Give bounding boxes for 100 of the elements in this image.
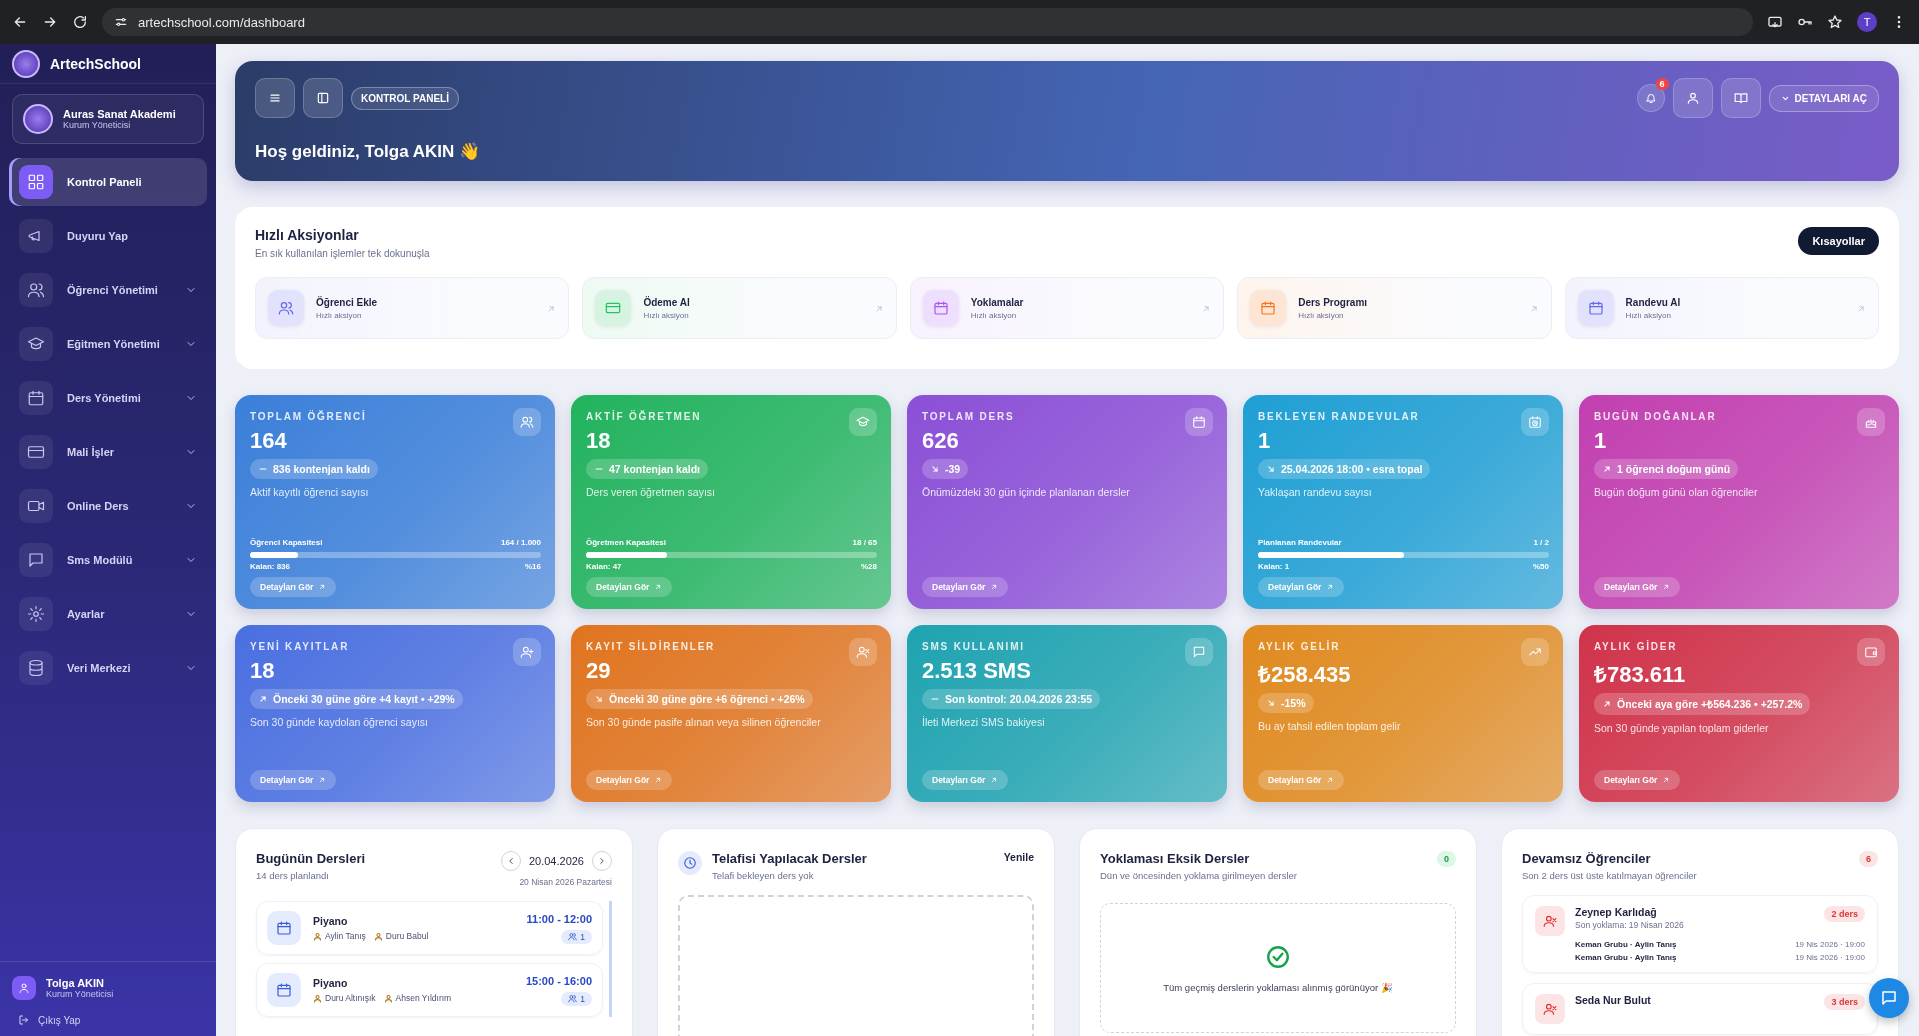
lesson-card[interactable]: Piyano Duru Altınışık Ahsen Yıldırım 15:00 - 16:00 1 [256,963,603,1017]
trend-down-arrow-icon [1266,698,1276,708]
notification-badge: 6 [1655,78,1669,90]
empty-message: Tüm geçmiş derslerin yoklaması alınmış görünüyor 🎉 [1163,981,1393,993]
calendar-clock-icon [1528,415,1542,429]
stat-title: YENİ KAYITLAR [250,641,351,652]
stat-value: 18 [586,428,612,454]
remaining-text: Kalan: 836 [250,562,291,571]
teacher-name: Duru Babul [385,931,429,941]
profile-button[interactable] [1672,78,1713,118]
forward-icon[interactable] [42,14,58,30]
reload-icon[interactable] [72,14,88,30]
user-role: Kurum Yöneticisi [46,989,114,999]
sidebar-item[interactable]: Ders Yönetimi [9,374,207,422]
arrow-up-right-icon [1201,304,1212,314]
sidebar-item[interactable]: Online Ders [9,482,207,530]
progress-reading: 18 / 65 [852,538,877,547]
stat-title: AYLIK GİDER [1594,641,1679,652]
stat-value: 2.513 SMS [922,658,1032,684]
credit-card-icon [605,300,622,316]
brand-name: ArtechSchool [50,55,141,72]
badge-text: 1 öğrenci doğum günü [1617,463,1731,475]
stat-value: 29 [586,658,612,684]
percent-text: %16 [525,562,541,571]
lesson-name: Piyano [313,915,349,927]
action-caption: Hızlı aksiyon [970,310,1018,320]
quick-action-tile[interactable]: Yoklamalar Hızlı aksiyon [909,277,1225,339]
sidebar-item[interactable]: Eğitmen Yönetimi [9,320,207,368]
organization-role: Kurum Yöneticisi [63,120,132,130]
quick-action-tile[interactable]: Randevu Al Hızlı aksiyon [1564,277,1879,339]
stat-title: TOPLAM DERS [922,411,1016,422]
sidebar-item[interactable]: Öğrenci Yönetimi [9,266,207,314]
calendar-icon [932,300,949,316]
record-time: 19 Nis 2026 · 19:00 [1795,940,1865,949]
teacher-icon [313,993,322,1003]
sidebar-toggle-button[interactable] [303,78,343,118]
percent-text: %28 [861,562,877,571]
sidebar-item[interactable]: Kontrol Paneli [9,158,207,206]
quick-action-tile[interactable]: Öğrenci Ekle Hızlı aksiyon [255,277,570,339]
student-card[interactable]: Seda Nur Bulut 3 ders [1522,983,1878,1035]
stat-description: Son 30 günde yapılan toplam giderler [1594,721,1770,736]
graduation-cap-icon [856,415,870,429]
guide-button[interactable] [1720,78,1761,118]
logout-icon [18,1014,30,1026]
shortcuts-button[interactable]: Kısayollar [1798,227,1879,255]
date-text: 20.04.2026 [528,855,584,867]
sidebar-item[interactable]: Veri Merkezi [9,644,207,692]
star-icon [1827,14,1843,30]
percent-text: %50 [1533,562,1549,571]
action-label: Ödeme Al [643,296,690,308]
sidebar-item[interactable]: Mali İşler [9,428,207,476]
student-card[interactable]: Zeynep Karlıdağ Son yoklama: 19 Nisan 2026 2 ders Keman Grubu · Aylin Tanış 19 Nis 2026 · 19:00 Keman Grubu · Aylin Tanış 19 Nis 2026 · 19:00 [1522,895,1878,973]
sidebar-item[interactable]: Sms Modülü [9,536,207,584]
panel-subtitle: Son 2 ders üst üste katılmayan öğrenciler [1522,870,1697,881]
user-name: Tolga AKIN [46,977,106,989]
refresh-button[interactable]: Yenile [1003,851,1034,863]
chat-button[interactable] [1869,978,1909,1018]
greeting-text: Hoş geldiniz, Tolga AKIN 👋 [255,141,481,162]
sidebar-item[interactable]: Ayarlar [9,590,207,638]
absence-badge: 3 ders [1824,994,1865,1010]
logout-button[interactable]: Çıkış Yap [12,1014,87,1026]
stat-description: Son 30 günde kaydolan öğrenci sayısı [250,715,430,730]
sidebar-item[interactable]: Duyuru Yap [9,212,207,260]
organization-card[interactable]: Auras Sanat Akademi Kurum Yöneticisi [12,94,204,144]
lesson-card[interactable]: Piyano Aylin Tanış Duru Babul 11:00 - 12:00 1 [256,901,603,955]
action-label: Ders Programı [1298,296,1368,308]
panel-subtitle: Dün ve öncesinden yoklama girilmeyen dersler [1100,870,1297,881]
arrow-up-right-icon [990,583,999,591]
trend-up-icon [1528,645,1542,659]
grid-icon [27,173,45,191]
panel-title: Devamsız Öğrenciler [1522,851,1652,866]
profile-avatar[interactable]: T [1857,12,1877,32]
stat-description: Önümüzdeki 30 gün içinde planlanan dersler [922,485,1131,500]
stat-title: TOPLAM ÖĞRENCİ [250,411,368,422]
stat-value: 1 [1594,428,1608,454]
arrow-up-right-icon [318,776,327,784]
stat-value: ₺258.435 [1258,661,1352,688]
quick-action-tile[interactable]: Ders Programı Hızlı aksiyon [1237,277,1552,339]
clock-icon [683,856,697,870]
panel-title: Telafisi Yapılacak Dersler [712,851,867,866]
user-plus-icon [520,645,534,659]
user-x-icon [856,645,870,659]
stat-description: Aktif kayıtlı öğrenci sayısı [250,485,370,500]
site-settings-icon [114,15,128,29]
badge-text: -15% [1281,697,1306,709]
database-icon [27,659,45,677]
back-icon[interactable] [12,14,28,30]
arrow-up-right-icon [654,776,663,784]
user-x-icon [1543,914,1557,928]
address-bar[interactable]: artechschool.com/dashboard [102,8,1753,36]
teacher-icon [313,931,322,941]
users-icon [27,281,45,299]
quick-action-tile[interactable]: Ödeme Al Hızlı aksiyon [582,277,897,339]
action-label: Öğrenci Ekle [316,296,378,308]
user-icon [18,982,30,994]
arrow-up-right-icon [546,304,557,314]
progress-label: Öğretmen Kapasitesi [586,538,667,547]
details-button[interactable]: DETAYLARI AÇ [1768,84,1879,112]
badge-text: Önceki 30 güne göre +4 kayıt • +29% [273,693,455,705]
menu-button[interactable] [255,78,295,118]
